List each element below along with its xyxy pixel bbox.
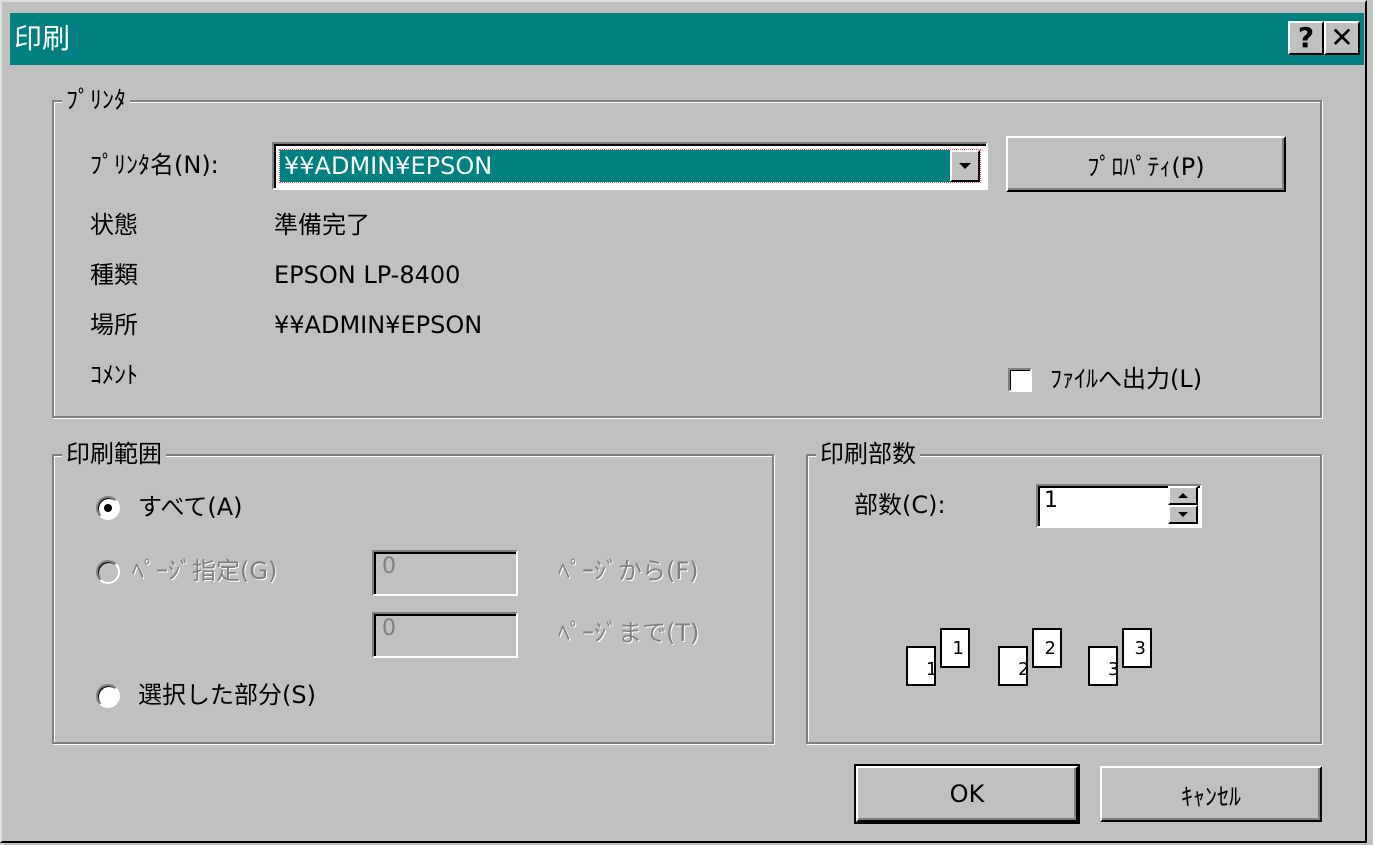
copies-group-label: 印刷部数 xyxy=(816,440,920,468)
collate-page-icon: 3 xyxy=(1122,628,1152,668)
status-label: 状態 xyxy=(90,211,138,239)
collate-page-icon: 1 xyxy=(906,646,937,686)
printer-name-value: ¥¥ADMIN¥EPSON xyxy=(279,149,981,183)
radio-all-pages[interactable] xyxy=(96,496,120,520)
location-value: ¥¥ADMIN¥EPSON xyxy=(274,311,483,339)
collate-page-icon: 3 xyxy=(1088,646,1119,686)
collate-page-icon: 2 xyxy=(1032,628,1062,668)
properties-button[interactable]: ﾌﾟﾛﾊﾟﾃｨ(P) xyxy=(1006,136,1286,192)
print-dialog: 印刷 ? ✕ ﾌﾟﾘﾝﾀ ﾌﾟﾘﾝﾀ名(N): ¥¥ADMIN¥EPSON ﾌﾟ… xyxy=(0,0,1367,843)
close-button[interactable]: ✕ xyxy=(1324,21,1360,55)
print-range-group-label: 印刷範囲 xyxy=(62,440,166,468)
location-label: 場所 xyxy=(90,311,138,339)
radio-all-pages-label[interactable]: すべて(A) xyxy=(138,492,243,522)
page-from-input[interactable]: 0 xyxy=(372,550,518,596)
status-value: 準備完了 xyxy=(274,211,370,239)
collate-page-icon: 1 xyxy=(940,628,970,668)
radio-selection-label[interactable]: 選択した部分(S) xyxy=(138,680,316,710)
printer-group-label: ﾌﾟﾘﾝﾀ xyxy=(62,86,130,114)
spinner-up-icon[interactable] xyxy=(1168,486,1198,505)
printer-name-combobox[interactable]: ¥¥ADMIN¥EPSON xyxy=(272,142,988,190)
spinner-down-icon[interactable] xyxy=(1168,505,1198,524)
radio-selection[interactable] xyxy=(96,684,120,708)
collate-page-icon: 2 xyxy=(998,646,1029,686)
page-to-input[interactable]: 0 xyxy=(372,612,518,658)
cancel-button[interactable]: ｷｬﾝｾﾙ xyxy=(1100,766,1322,822)
chevron-down-icon[interactable] xyxy=(950,150,980,182)
title-bar: 印刷 ? ✕ xyxy=(10,13,1364,65)
comment-label: ｺﾒﾝﾄ xyxy=(90,361,138,389)
radio-page-range-label[interactable]: ﾍﾟｰｼﾞ指定(G) xyxy=(132,556,277,586)
page-to-label: ﾍﾟｰｼﾞまで(T) xyxy=(558,619,700,647)
radio-page-range[interactable] xyxy=(96,560,120,584)
window-title: 印刷 xyxy=(14,22,71,55)
print-to-file-checkbox[interactable] xyxy=(1008,368,1032,392)
help-button[interactable]: ? xyxy=(1288,21,1324,55)
copies-label: 部数(C): xyxy=(854,491,946,519)
print-to-file-label[interactable]: ﾌｧｲﾙへ出力(L) xyxy=(1050,364,1202,394)
type-label: 種類 xyxy=(90,261,138,289)
copies-spinner[interactable] xyxy=(1168,486,1198,526)
ok-button[interactable]: OK xyxy=(854,764,1080,824)
printer-name-label: ﾌﾟﾘﾝﾀ名(N): xyxy=(90,151,219,179)
page-from-label: ﾍﾟｰｼﾞから(F) xyxy=(558,557,699,585)
type-value: EPSON LP-8400 xyxy=(274,261,461,289)
